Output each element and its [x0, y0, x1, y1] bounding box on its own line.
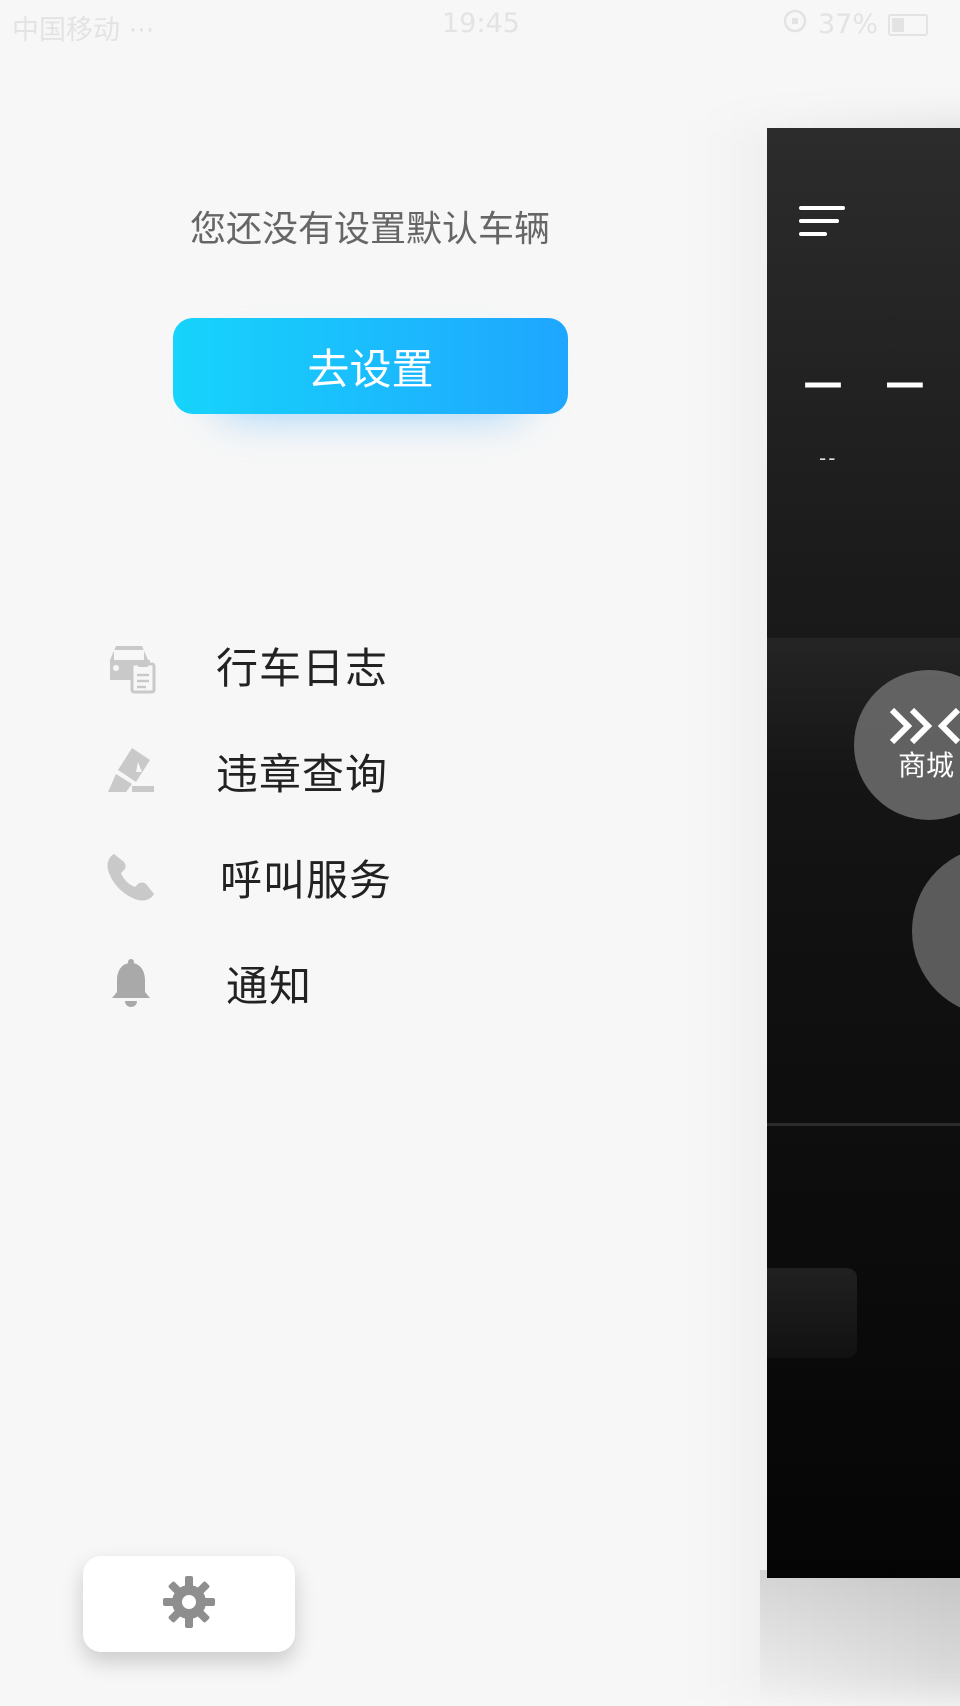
rotation-lock-icon [782, 8, 808, 41]
panel-vent [767, 1268, 857, 1358]
vehicle-subvalue: -- [819, 446, 838, 470]
menu-item-label: 通知 [226, 961, 313, 1011]
bottom-shadow [760, 1570, 960, 1706]
menu-item-label: 行车日志 [216, 643, 389, 693]
battery-icon [888, 13, 929, 36]
phone-icon [100, 846, 162, 908]
main-app-panel[interactable]: — — -- 商城 [767, 128, 960, 1578]
circle-button[interactable] [912, 846, 960, 1016]
violation-icon [100, 740, 162, 802]
menu-item-notifications[interactable]: 通知 [100, 930, 600, 1036]
menu-lines-icon[interactable] [799, 204, 847, 244]
gear-icon [161, 1574, 217, 1634]
go-set-button[interactable]: 去设置 [173, 318, 568, 414]
drawer-menu: 行车日志 违章查询 呼叫服务 通知 [100, 612, 600, 1036]
mall-label: 商城 [898, 749, 955, 782]
battery-percent: 37% [818, 9, 879, 40]
no-default-vehicle-message: 您还没有设置默认车辆 [189, 209, 550, 250]
settings-button[interactable] [83, 1556, 295, 1652]
car-log-icon [100, 634, 162, 696]
menu-item-driving-log[interactable]: 行车日志 [100, 612, 600, 718]
bell-icon [100, 952, 162, 1014]
status-bar: 中国移动 ··· 19:45 37% [0, 0, 960, 48]
menu-item-label: 呼叫服务 [220, 855, 393, 905]
carrier-label: 中国移动 ··· [12, 15, 155, 46]
status-right: 37% [782, 8, 929, 41]
battery-level [892, 17, 905, 32]
menu-item-violation-query[interactable]: 违章查询 [100, 718, 600, 824]
menu-item-label: 违章查询 [216, 749, 389, 799]
vehicle-value: — — [803, 360, 939, 406]
menu-item-call-service[interactable]: 呼叫服务 [100, 824, 600, 930]
panel-dash-line [767, 1123, 960, 1126]
go-set-button-wrapper: 去设置 [173, 318, 568, 414]
status-time: 19:45 [442, 8, 520, 39]
